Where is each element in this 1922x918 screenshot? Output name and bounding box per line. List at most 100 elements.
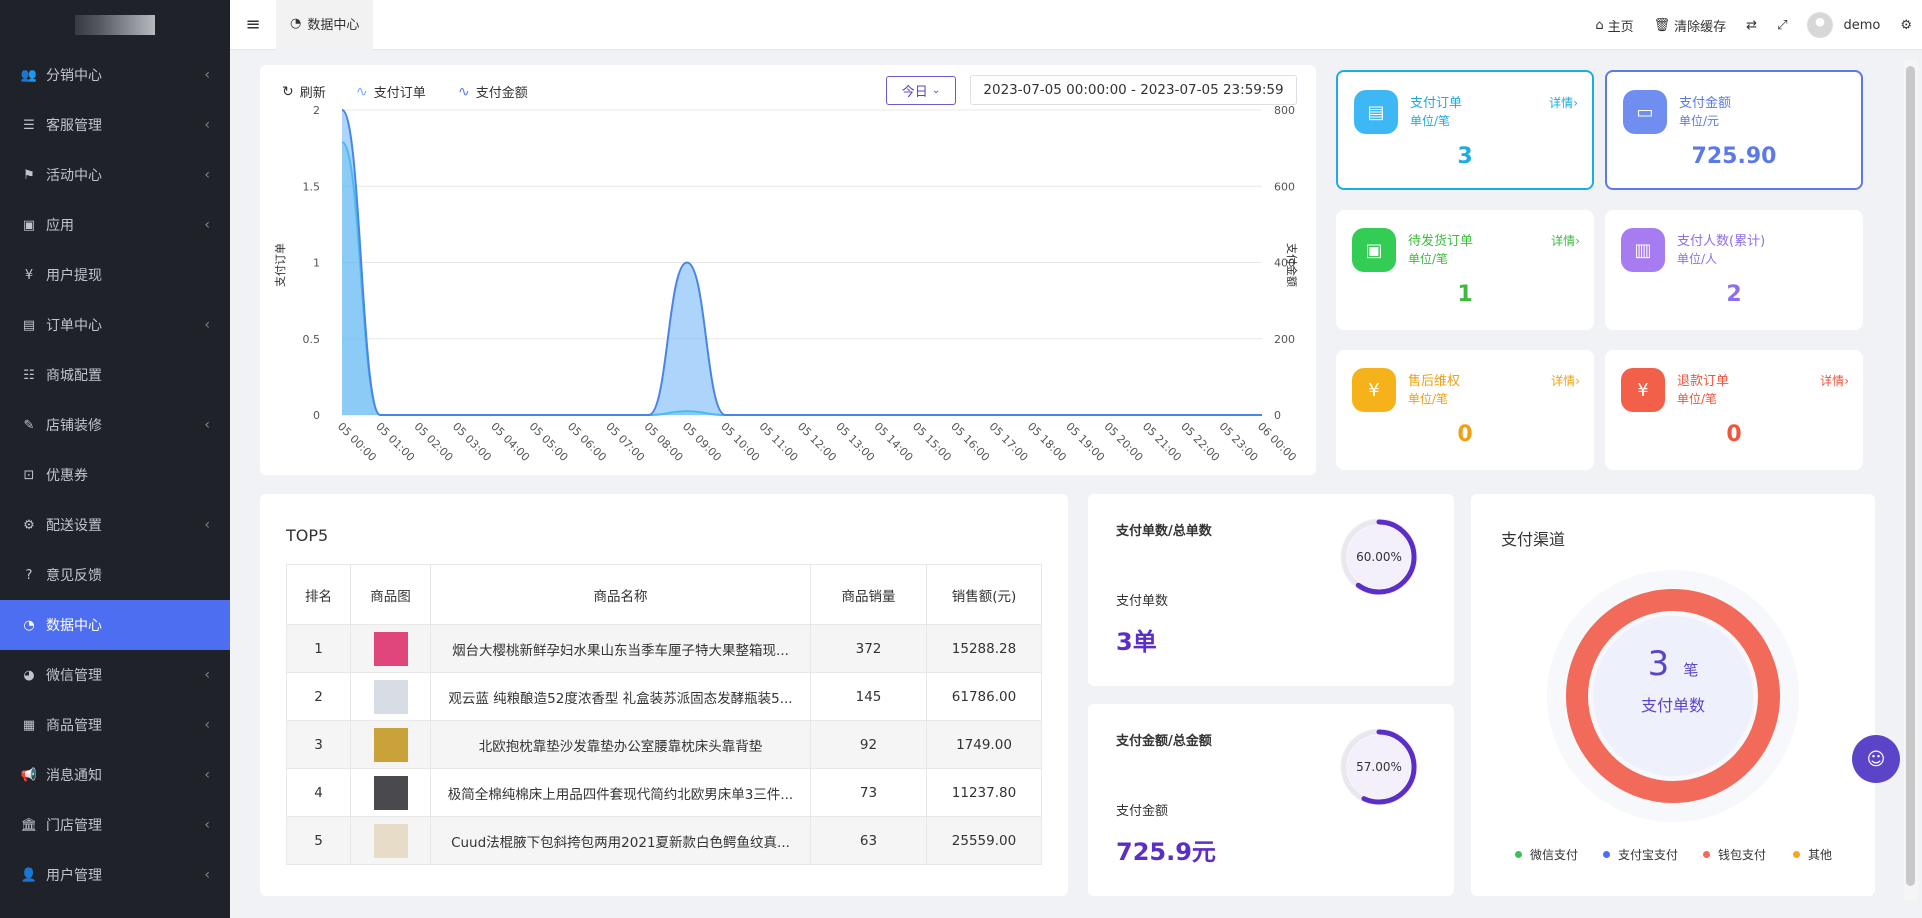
flag-icon: ⚑ — [23, 167, 35, 183]
sales-cell: 92 — [810, 720, 927, 769]
brush-icon: ✎ — [23, 417, 35, 433]
scrollbar-thumb[interactable] — [1906, 66, 1915, 886]
y-tick-label: 1 — [313, 257, 320, 270]
ratio-title: 支付金额/总金额 — [1116, 734, 1212, 749]
table-row[interactable]: 1 烟台大樱桃新鲜孕妇水果山东当季车厘子特大果整箱现... 372 15288.28 — [286, 624, 1042, 673]
sidebar-item-3[interactable]: ▣ 应用 ‹ — [0, 200, 230, 250]
product-thumbnail[interactable] — [373, 823, 408, 858]
detail-link[interactable]: 详情› — [1820, 372, 1849, 389]
stat-value: 725.90 — [1691, 144, 1777, 169]
clear-cache-button[interactable]: 🗑 清除缓存 — [1644, 0, 1737, 50]
home-link[interactable]: ⌂ 主页 — [1585, 0, 1643, 50]
table-row[interactable]: 3 北欧抱枕靠垫沙发靠垫办公室腰靠枕床头靠背垫 92 1749.00 — [286, 720, 1042, 769]
stat-card[interactable]: ▣ 待发货订单 单位/笔 详情› 1 — [1336, 210, 1594, 330]
refresh-icon: ↻ — [282, 83, 294, 100]
legend-item[interactable]: 钱包支付 — [1703, 846, 1766, 863]
x-tick-label: 05 13:00 — [833, 420, 877, 464]
detail-label: 详情 — [1549, 96, 1574, 110]
chevron-left-icon: ‹ — [204, 417, 210, 433]
refresh-button[interactable]: ↻ 刷新 — [282, 82, 326, 102]
sidebar-item-16[interactable]: 👤 用户管理 ‹ — [0, 850, 230, 900]
stat-title: 售后维权 — [1408, 374, 1461, 389]
trash-icon: 🗑 — [1653, 17, 1671, 33]
sidebar-item-0[interactable]: 👥 分销中心 ‹ — [0, 50, 230, 100]
stat-title: 支付金额 — [1679, 96, 1732, 111]
sidebar-item-label: 商城配置 — [46, 368, 102, 384]
chat-bot-icon[interactable]: ☺ — [1852, 735, 1900, 783]
product-thumbnail[interactable] — [373, 679, 408, 714]
detail-label: 详情 — [1551, 234, 1576, 248]
sidebar-item-9[interactable]: ⚙ 配送设置 ‹ — [0, 500, 230, 550]
product-thumbnail[interactable] — [373, 727, 408, 762]
sidebar-item-12[interactable]: ◕ 微信管理 ‹ — [0, 650, 230, 700]
legend-item[interactable]: 支付宝支付 — [1603, 846, 1678, 863]
sidebar-item-2[interactable]: ⚑ 活动中心 ‹ — [0, 150, 230, 200]
chevron-left-icon: ‹ — [204, 517, 210, 533]
x-tick-label: 05 00:00 — [335, 420, 379, 464]
menu-toggle-icon[interactable]: ≡ — [230, 0, 276, 50]
stat-card[interactable]: ▤ 支付订单 单位/笔 详情› 3 — [1336, 70, 1594, 190]
x-tick-label: 05 16:00 — [948, 420, 992, 464]
sidebar-item-11[interactable]: ◔ 数据中心 — [0, 600, 230, 650]
sidebar-item-4[interactable]: ¥ 用户提现 — [0, 250, 230, 300]
user-menu[interactable]: demo — [1797, 0, 1890, 50]
stat-card[interactable]: ¥ 售后维权 单位/笔 详情› 0 — [1336, 350, 1594, 470]
legend-dot — [1515, 851, 1522, 858]
sidebar-item-label: 客服管理 — [46, 118, 102, 134]
translate-icon[interactable]: ⇄ — [1736, 0, 1767, 50]
scrollbar[interactable] — [1904, 60, 1918, 900]
chevron-right-icon: › — [1575, 374, 1580, 388]
wallet-icon: ▭ — [1623, 90, 1667, 134]
user-icon: 👤 — [20, 867, 38, 883]
detail-link[interactable]: 详情› — [1551, 232, 1580, 249]
product-name-cell: 北欧抱枕靠垫沙发靠垫办公室腰靠枕床头靠背垫 — [430, 720, 811, 769]
sidebar-item-13[interactable]: ▦ 商品管理 ‹ — [0, 700, 230, 750]
date-period-select[interactable]: 今日 ⌄ — [886, 76, 956, 105]
sidebar-item-6[interactable]: ☷ 商城配置 — [0, 350, 230, 400]
sidebar-item-15[interactable]: 🏛 门店管理 ‹ — [0, 800, 230, 850]
legend-item[interactable]: 微信支付 — [1515, 846, 1578, 863]
sidebar-item-14[interactable]: 📢 消息通知 ‹ — [0, 750, 230, 800]
legend-pay-amount[interactable]: ∿ 支付金额 — [458, 82, 528, 102]
settings-gear-icon[interactable]: ⚙ — [1890, 0, 1922, 50]
y-tick-label: 2 — [313, 104, 320, 117]
rank-cell: 2 — [286, 672, 351, 721]
sidebar-item-1[interactable]: ☰ 客服管理 ‹ — [0, 100, 230, 150]
table-row[interactable]: 2 观云蓝 纯粮酿造52度浓香型 礼盒装苏派固态发酵瓶装5... 145 61786.… — [286, 672, 1042, 721]
x-tick-label: 05 21:00 — [1140, 420, 1184, 464]
tab-data-center[interactable]: ◔ 数据中心 — [276, 0, 374, 50]
stat-card[interactable]: ▥ 支付人数(累计) 单位/人 2 — [1605, 210, 1863, 330]
center-value: 3 — [1647, 644, 1670, 684]
fullscreen-icon[interactable]: ⤢ — [1767, 0, 1797, 50]
stat-value: 2 — [1726, 282, 1742, 307]
stat-card[interactable]: ¥ 退款订单 单位/笔 详情› 0 — [1605, 350, 1863, 470]
trend-chart: 00.511.520200400600800支付订单 支付金额05 00:0005… — [274, 104, 1299, 464]
legend-wave-icon: ∿ — [356, 83, 368, 100]
top5-panel: TOP5 排名 商品图 商品名称 商品销量 销售额(元) 1 烟台大樱桃新鲜孕妇水… — [260, 494, 1068, 896]
list-icon: ☰ — [23, 117, 35, 133]
detail-link[interactable]: 详情› — [1551, 372, 1580, 389]
sidebar-item-7[interactable]: ✎ 店铺装修 ‹ — [0, 400, 230, 450]
sidebar-item-label: 分销中心 — [46, 68, 102, 84]
stat-card[interactable]: ▭ 支付金额 单位/元 725.90 — [1605, 70, 1863, 190]
home-label: 主页 — [1607, 19, 1634, 35]
yen-icon: ¥ — [24, 267, 34, 283]
legend-label: 其他 — [1808, 848, 1833, 862]
sidebar-item-5[interactable]: ▤ 订单中心 ‹ — [0, 300, 230, 350]
detail-link[interactable]: 详情› — [1549, 94, 1578, 111]
legend-item[interactable]: 其他 — [1793, 846, 1832, 863]
date-range-picker[interactable]: 2023-07-05 00:00:00 - 2023-07-05 23:59:5… — [970, 75, 1297, 105]
image-cell — [350, 624, 431, 673]
product-thumbnail[interactable] — [373, 775, 408, 810]
logo[interactable] — [0, 0, 230, 50]
sidebar-item-8[interactable]: ⊡ 优惠券 — [0, 450, 230, 500]
product-thumbnail[interactable] — [373, 631, 408, 666]
table-row[interactable]: 4 极简全棉纯棉床上用品四件套现代简约北欧男床单3三件... 73 11237.80 — [286, 768, 1042, 817]
x-tick-label: 05 01:00 — [373, 420, 417, 464]
sidebar-item-10[interactable]: ? 意见反馈 — [0, 550, 230, 600]
table-row[interactable]: 5 Cuud法棍腋下包斜挎包两用2021夏新款白色鳄鱼纹真... 63 25559.0… — [286, 816, 1042, 865]
legend-pay-orders[interactable]: ∿ 支付订单 — [356, 82, 426, 102]
series-line-pay-amount — [341, 141, 1262, 416]
sidebar-item-label: 意见反馈 — [46, 568, 102, 584]
sidebar-item-label: 用户管理 — [46, 868, 102, 884]
